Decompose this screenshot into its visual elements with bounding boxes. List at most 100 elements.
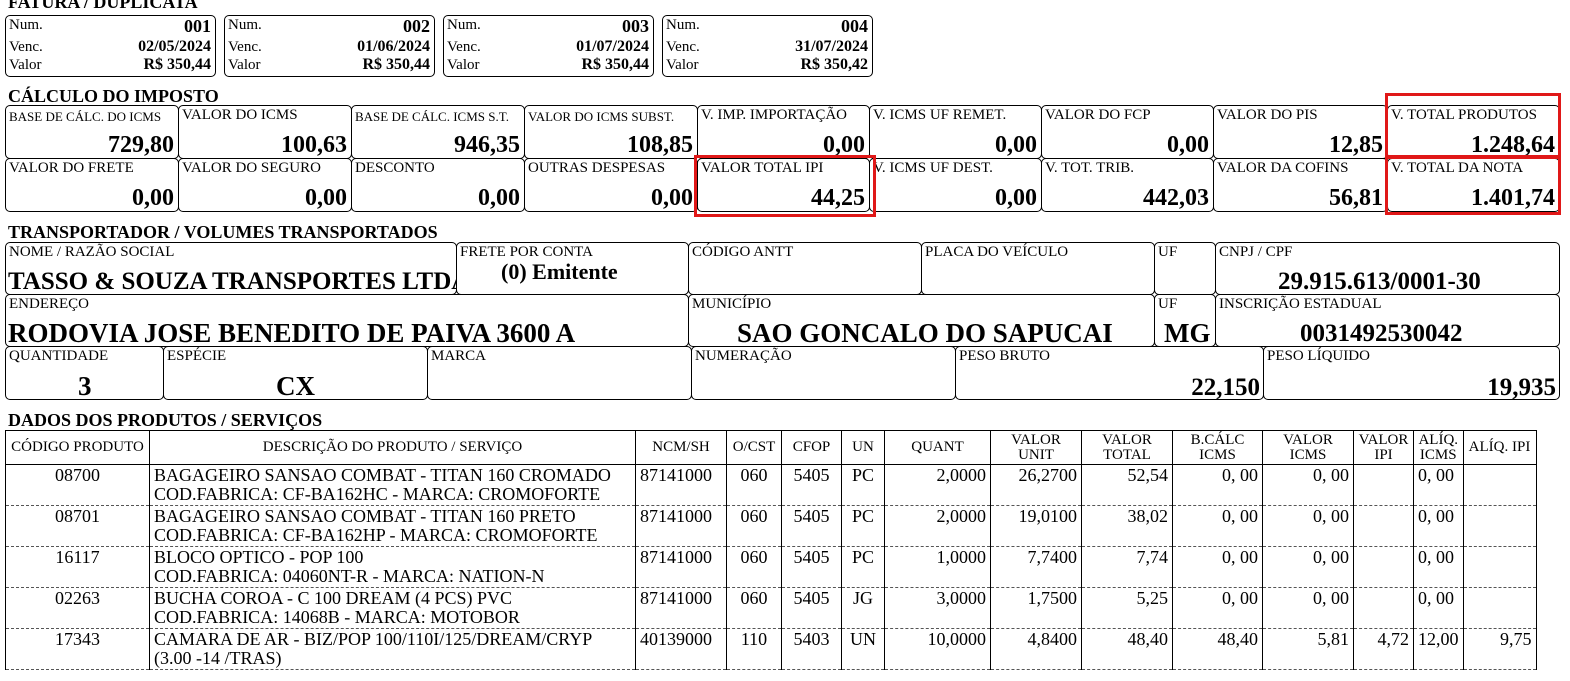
cell-descricao: BLOCO OPTICO - POP 100 COD.FABRICA: 04060… [149, 546, 636, 588]
cell-vicms: 5,81 [1262, 628, 1354, 670]
duplicata-valor-label: Valor [228, 57, 261, 73]
fatura-title: FATURA / DUPLICATA [8, 0, 198, 12]
cell-vtotal: 52,54 [1081, 464, 1173, 506]
duplicata-box: Num. 001 Venc. 02/05/2024 Valor R$ 350,44 [5, 15, 216, 77]
col-ncm: NCM/SH [635, 430, 727, 465]
imposto-box: DESCONTO 0,00 [351, 158, 525, 212]
col-aliq-ipi: ALÍQ. IPI [1462, 430, 1537, 465]
imposto-box: VALOR DO FCP 0,00 [1041, 105, 1214, 159]
cell-ocst: 110 [726, 628, 782, 670]
antt-label: CÓDIGO ANTT [692, 244, 794, 260]
cell-descricao: BAGAGEIRO SANSAO COMBAT - TITAN 160 CROM… [149, 464, 636, 506]
cell-cfop: 5403 [781, 628, 842, 670]
table-row: 08700 BAGAGEIRO SANSAO COMBAT - TITAN 160… [5, 464, 1537, 506]
cell-aliqicms: 12,00 [1413, 628, 1464, 670]
especie-label: ESPÉCIE [167, 348, 227, 364]
especie-value: CX [276, 371, 315, 401]
imposto-label: V. TOT. TRIB. [1045, 160, 1135, 176]
cell-quant: 1,0000 [884, 546, 991, 588]
marca-label: MARCA [431, 348, 487, 364]
cell-bcalc: 0, 00 [1172, 587, 1263, 629]
cell-codigo: 02263 [5, 587, 150, 629]
col-codigo: CÓDIGO PRODUTO [5, 430, 150, 465]
cell-aliqicms: 0, 00 [1413, 546, 1464, 588]
cell-aliqipi [1462, 505, 1537, 547]
cell-quant: 2,0000 [884, 505, 991, 547]
duplicata-valor-value: R$ 350,44 [581, 56, 649, 73]
imposto-label: BASE DE CÁLC. DO ICMS [9, 109, 162, 124]
cell-vipi: 4,72 [1353, 628, 1414, 670]
imposto-box: V. ICMS UF REMET. 0,00 [869, 105, 1042, 159]
imposto-box: OUTRAS DESPESAS 0,00 [524, 158, 698, 212]
highlight-valor-total-ipi [694, 155, 876, 217]
frete-label: FRETE POR CONTA [460, 244, 593, 260]
cell-aliqipi [1462, 587, 1537, 629]
municipio-value: SAO GONCALO DO SAPUCAI [737, 318, 1113, 348]
duplicata-valor-value: R$ 350,44 [362, 56, 430, 73]
duplicata-valor-value: R$ 350,42 [800, 56, 868, 73]
duplicata-num-value: 004 [841, 16, 868, 36]
imposto-label: V. ICMS UF REMET. [873, 107, 1007, 123]
cell-aliqipi [1462, 464, 1537, 506]
peso-bruto-label: PESO BRUTO [959, 348, 1050, 364]
imposto-label: BASE DE CÁLC. ICMS S.T. [355, 109, 509, 124]
cell-aliqipi: 9,75 [1462, 628, 1537, 670]
duplicata-box: Num. 003 Venc. 01/07/2024 Valor R$ 350,44 [443, 15, 654, 77]
cell-vunit: 1,7500 [990, 587, 1082, 629]
cell-ocst: 060 [726, 464, 782, 506]
duplicata-valor-label: Valor [9, 57, 42, 73]
duplicata-venc-label: Venc. [447, 39, 481, 55]
cell-quant: 3,0000 [884, 587, 991, 629]
duplicata-num-label: Num. [228, 17, 262, 33]
nome-label: NOME / RAZÃO SOCIAL [9, 244, 175, 260]
antt-box: CÓDIGO ANTT [688, 242, 922, 295]
cell-codigo: 08701 [5, 505, 150, 547]
descricao-line-1: BLOCO OPTICO - POP 100 [154, 547, 364, 567]
cell-descricao: BAGAGEIRO SANSAO COMBAT - TITAN 160 PRET… [149, 505, 636, 547]
imposto-label: VALOR DO FCP [1045, 107, 1151, 123]
table-header: CÓDIGO PRODUTO DESCRIÇÃO DO PRODUTO / SE… [5, 430, 1537, 465]
cell-un: JG [841, 587, 885, 629]
produtos-table: CÓDIGO PRODUTO DESCRIÇÃO DO PRODUTO / SE… [5, 430, 1537, 670]
imposto-value: 442,03 [1143, 185, 1209, 211]
cell-ncm: 87141000 [635, 546, 727, 588]
cell-vtotal: 48,40 [1081, 628, 1173, 670]
imposto-value: 729,80 [108, 132, 174, 158]
imposto-value: 0,00 [995, 185, 1037, 211]
col-descricao: DESCRIÇÃO DO PRODUTO / SERVIÇO [149, 430, 636, 465]
duplicata-box: Num. 002 Venc. 01/06/2024 Valor R$ 350,44 [224, 15, 435, 77]
endereco-label: ENDEREÇO [9, 296, 89, 312]
endereco-box: ENDEREÇO RODOVIA JOSE BENEDITO DE PAIVA … [5, 294, 689, 348]
duplicata-num-label: Num. [447, 17, 481, 33]
descricao-line-1: BAGAGEIRO SANSAO COMBAT - TITAN 160 CROM… [154, 465, 611, 485]
placa-box: PLACA DO VEÍCULO [921, 242, 1155, 295]
cell-vicms: 0, 00 [1262, 546, 1354, 588]
imposto-label: VALOR DO PIS [1217, 107, 1318, 123]
cell-vipi [1353, 546, 1414, 588]
imposto-value: 0,00 [1167, 132, 1209, 158]
ie-box: INSCRIÇÃO ESTADUAL 0031492530042 [1215, 294, 1560, 347]
imposto-value: 0,00 [651, 185, 693, 211]
duplicata-valor-label: Valor [666, 57, 699, 73]
uf-label-2: UF [1158, 296, 1178, 312]
cell-quant: 2,0000 [884, 464, 991, 506]
cell-descricao: BUCHA COROA - C 100 DREAM (4 PCS) PVC COD… [149, 587, 636, 629]
cell-vunit: 4,8400 [990, 628, 1082, 670]
table-row: 08701 BAGAGEIRO SANSAO COMBAT - TITAN 160… [5, 505, 1537, 547]
uf-label-1: UF [1158, 244, 1178, 260]
col-bcalc: B.CÁLC ICMS [1172, 430, 1263, 465]
highlight-total-produtos [1385, 93, 1561, 159]
duplicata-box: Num. 004 Venc. 31/07/2024 Valor R$ 350,42 [662, 15, 873, 77]
imposto-value: 0,00 [305, 185, 347, 211]
descricao-line-1: CAMARA DE AR - BIZ/POP 100/110I/125/DREA… [154, 629, 593, 649]
col-cfop: CFOP [781, 430, 842, 465]
imposto-label: VALOR DO ICMS [182, 107, 298, 123]
cell-vicms: 0, 00 [1262, 464, 1354, 506]
imposto-box: BASE DE CÁLC. ICMS S.T. 946,35 [351, 105, 525, 159]
descricao-line-1: BUCHA COROA - C 100 DREAM (4 PCS) PVC [154, 588, 513, 608]
marca-box: MARCA [427, 346, 692, 400]
cell-ncm: 87141000 [635, 587, 727, 629]
cell-vipi [1353, 505, 1414, 547]
nome-box: NOME / RAZÃO SOCIAL TASSO & SOUZA TRANSP… [5, 242, 469, 295]
imposto-value: 12,85 [1329, 132, 1383, 158]
